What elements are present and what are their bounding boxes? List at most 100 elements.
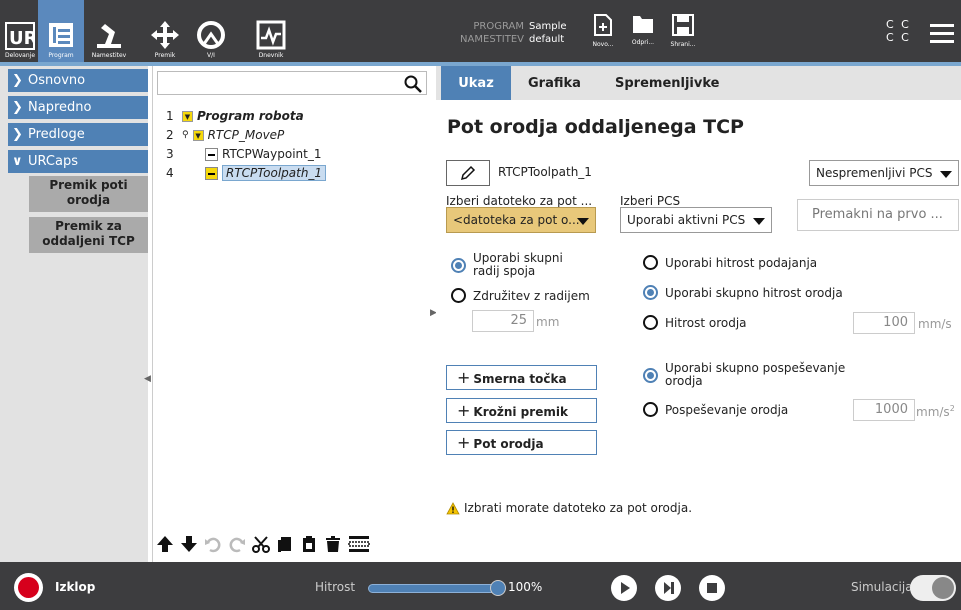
tab-label: Namestitev xyxy=(91,52,127,59)
folder-icon xyxy=(633,16,653,33)
speed-slider-handle[interactable] xyxy=(490,580,506,596)
tab-delovanje[interactable]: UR Delovanje xyxy=(2,0,38,62)
search-icon[interactable] xyxy=(404,75,422,93)
chevron-right-icon: ❯ xyxy=(12,73,23,88)
hamburger-menu-icon[interactable] xyxy=(930,24,954,48)
sidebar-item-urcaps[interactable]: ∨ URCaps xyxy=(8,150,148,173)
file-label: Izberi datoteko za pot ... xyxy=(446,194,593,208)
move-up-button[interactable] xyxy=(155,533,175,555)
move-down-button[interactable] xyxy=(179,533,199,555)
search-input[interactable] xyxy=(157,71,427,95)
chevron-down-icon xyxy=(753,218,765,225)
suppress-button[interactable] xyxy=(347,533,371,555)
tab-spremenljivke[interactable]: Spremenljivke xyxy=(615,66,719,100)
dropdown-value: Nespremenljivi PCS xyxy=(816,166,933,180)
pcs-fixed-dropdown[interactable]: Nespremenljivi PCS xyxy=(809,160,959,186)
save-disk-icon xyxy=(672,14,694,36)
trash-icon xyxy=(326,536,340,552)
save-file-label: Shrani... xyxy=(670,41,696,48)
simulation-toggle[interactable] xyxy=(910,575,956,601)
arrow-up-icon xyxy=(157,536,173,552)
ur-logo-icon: UR xyxy=(5,22,35,50)
sidebar-subitem-toolpath[interactable]: Premik poti orodja xyxy=(29,176,148,212)
feed-rate-radio[interactable] xyxy=(643,255,658,270)
feed-rate-label: Uporabi hitrost podajanja xyxy=(665,256,818,270)
file-dropdown[interactable]: <datoteka za pot o... xyxy=(446,207,596,233)
open-file-button[interactable]: Odpri... xyxy=(623,14,663,60)
sidebar-item-napredno[interactable]: ❯ Napredno xyxy=(8,96,148,119)
tool-speed-input[interactable]: 100 xyxy=(853,312,915,334)
collapse-left-icon[interactable]: ◀ xyxy=(144,374,151,384)
play-button[interactable] xyxy=(611,575,637,601)
stop-button[interactable] xyxy=(699,575,725,601)
tool-accel-label: Pospeševanje orodja xyxy=(665,403,789,417)
step-button[interactable] xyxy=(655,575,681,601)
command-icon xyxy=(205,166,218,180)
redo-button[interactable] xyxy=(227,533,247,555)
shared-accel-radio[interactable] xyxy=(643,368,658,383)
pcs-dropdown[interactable]: Uporabi aktivni PCS xyxy=(620,207,772,233)
tab-premik[interactable]: Premik xyxy=(146,0,184,62)
sidebar-item-osnovno[interactable]: ❯ Osnovno xyxy=(8,69,148,92)
add-waypoint-button[interactable]: + Smerna točka xyxy=(446,365,597,390)
blend-shared-radio[interactable] xyxy=(451,258,466,273)
tool-accel-radio[interactable] xyxy=(643,402,658,417)
paste-button[interactable] xyxy=(299,533,319,555)
sidebar-subitem-label: Premik poti orodja xyxy=(49,178,128,207)
tree-row-number-3: 3 xyxy=(166,146,182,162)
add-circular-move-button[interactable]: + Krožni premik xyxy=(446,398,597,423)
shared-speed-radio[interactable] xyxy=(643,285,658,300)
dropdown-value: Uporabi aktivni PCS xyxy=(627,213,746,227)
tool-accel-input[interactable]: 1000 xyxy=(853,399,915,421)
save-file-button[interactable]: Shrani... xyxy=(663,14,703,60)
sidebar-item-label: Predloge xyxy=(28,127,85,142)
tree-row[interactable]: 2 ⚲ ▼ RTCP_MoveP xyxy=(166,127,284,143)
sidebar-item-predloge[interactable]: ❯ Predloge xyxy=(8,123,148,146)
tab-namestitev[interactable]: Namestitev xyxy=(84,0,134,62)
undo-button[interactable] xyxy=(203,533,223,555)
tool-speed-label: Hitrost orodja xyxy=(665,316,747,330)
tree-row-number: 2 xyxy=(166,128,174,142)
delete-button[interactable] xyxy=(323,533,343,555)
program-tree-panel: 1 ▼ Program robota 2 ⚲ ▼ RTCP_MoveP RTCPWaypo… xyxy=(152,66,430,562)
pcs-label: Izberi PCS xyxy=(620,194,681,208)
program-value: Sample xyxy=(529,21,567,32)
tree-row-number: 3 xyxy=(166,147,174,161)
play-icon xyxy=(621,582,630,594)
cut-button[interactable] xyxy=(251,533,271,555)
tab-ukaz[interactable]: Ukaz xyxy=(441,66,511,100)
speed-slider[interactable] xyxy=(368,584,499,593)
tool-speed-radio[interactable] xyxy=(643,315,658,330)
tab-program[interactable]: Program xyxy=(38,0,84,62)
new-file-button[interactable]: Novo... xyxy=(583,14,623,60)
blend-radius-radio[interactable] xyxy=(451,288,466,303)
scissors-icon xyxy=(252,536,270,553)
tab-dnevnik[interactable]: Dnevnik xyxy=(252,0,290,62)
tree-toolbar xyxy=(155,528,429,560)
dropdown-value: <datoteka za pot o... xyxy=(453,213,580,227)
log-chart-icon xyxy=(256,20,286,50)
copy-button[interactable] xyxy=(275,533,295,555)
move-arrows-icon xyxy=(151,21,179,49)
tree-row[interactable]: RTCPWaypoint_1 xyxy=(205,146,322,162)
power-button[interactable] xyxy=(14,573,43,602)
cc-line: C C xyxy=(886,18,911,31)
move-to-first-button[interactable]: Premakni na prvo ... xyxy=(797,199,959,231)
tab-vi[interactable]: V/I xyxy=(192,0,230,62)
blend-radius-input[interactable]: 25 xyxy=(472,310,534,332)
add-toolpath-button[interactable]: + Pot orodja xyxy=(446,430,597,455)
step-icon xyxy=(664,582,674,594)
rename-button[interactable] xyxy=(446,160,490,186)
bottom-bar: Izklop Hitrost 100% Simulacija xyxy=(0,562,961,610)
sidebar-subitem-remote-tcp[interactable]: Premik za oddaljeni TCP xyxy=(29,217,148,253)
tree-row-label: RTCPWaypoint_1 xyxy=(222,147,322,161)
simulation-label: Simulacija xyxy=(851,580,913,594)
tree-row[interactable]: 1 ▼ Program robota xyxy=(166,108,304,124)
tab-label: Program xyxy=(48,52,74,59)
tree-row-selected[interactable]: RTCPToolpath_1 xyxy=(205,165,327,181)
collapse-flag-icon[interactable]: ▼ xyxy=(182,110,193,122)
pin-icon: ⚲ xyxy=(182,130,189,140)
tab-grafika[interactable]: Grafika xyxy=(528,66,581,100)
tree-row-label: RTCPToolpath_1 xyxy=(222,165,327,181)
collapse-flag-icon[interactable]: ▼ xyxy=(192,129,204,141)
